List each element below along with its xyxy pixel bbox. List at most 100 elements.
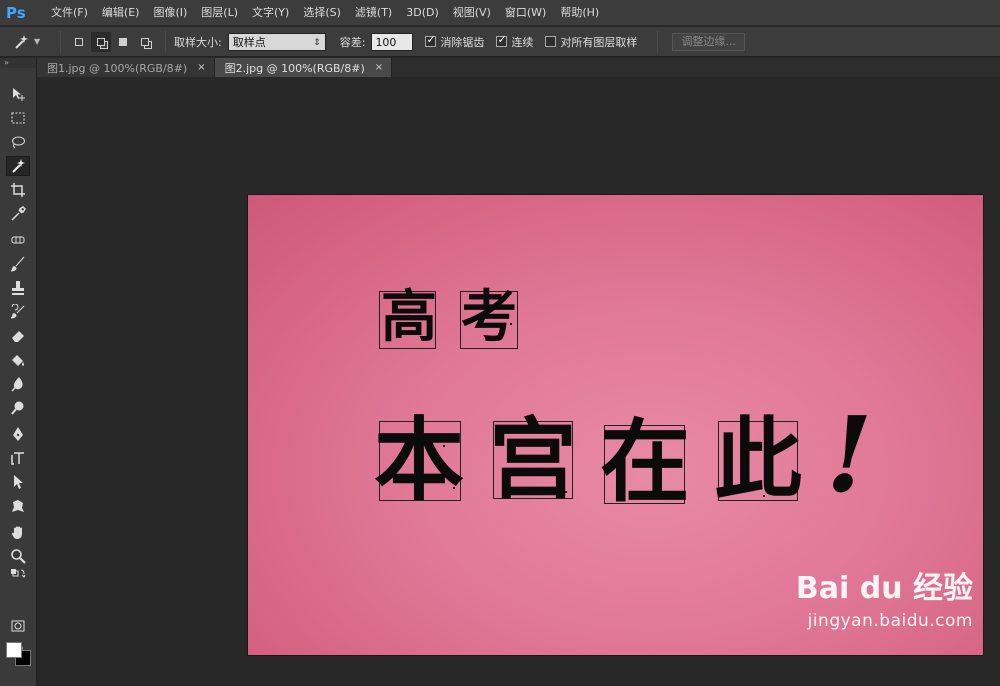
menu-select[interactable]: 选择(S) [296,0,348,26]
eraser-tool[interactable] [6,326,30,346]
zoom-icon [11,549,26,564]
new-selection-button[interactable] [69,32,89,52]
lasso-icon [12,136,25,149]
add-to-selection-button[interactable] [91,31,111,52]
eyedropper-icon [11,206,26,221]
marquee-tool[interactable] [6,108,30,128]
blur-drop-icon [11,377,23,392]
foreground-color-swatch[interactable] [6,642,22,658]
tolerance-input[interactable]: 100 [371,32,414,51]
photoshop-logo: Ps [6,3,26,22]
canvas-glyph: 高 [381,284,437,350]
healing-brush-tool[interactable] [6,230,30,250]
sample-all-layers-checkbox[interactable]: 对所有图层取样 [545,34,637,50]
menu-type[interactable]: 文字(Y) [245,0,296,26]
brush-tool[interactable] [6,254,30,274]
blur-tool[interactable] [6,374,30,394]
options-bar: ▼ 取样大小: 取样点 ⇕ 容差: 100 消除锯齿 连续 对所有图层取样 调整… [0,27,1000,57]
new-selection-icon [75,37,83,46]
speckle [453,487,455,489]
bandage-icon [11,236,25,244]
menu-help[interactable]: 帮助(H) [553,0,606,26]
menu-filter[interactable]: 滤镜(T) [348,0,399,26]
contiguous-checkbox[interactable]: 连续 [496,33,534,50]
sample-size-label: 取样大小: [174,35,222,49]
dodge-icon [11,401,24,415]
baidu-logo: Bai du 经验 [795,571,973,606]
menu-view[interactable]: 视图(V) [446,0,498,26]
lasso-tool[interactable] [6,132,30,152]
sample-size-select[interactable]: 取样点 ⇕ [227,32,326,51]
antialias-checkbox[interactable]: 消除锯齿 [425,33,485,50]
tab-document-2[interactable]: 图2.jpg @ 100%(RGB/8#) × [214,58,393,77]
chevron-down-icon: ▼ [34,37,41,46]
checkbox-checked-icon [496,33,508,47]
canvas-glyph: ! [813,393,885,516]
menu-file[interactable]: 文件(F) [44,0,95,26]
document-canvas[interactable]: 高 考 本 宫 在 此 ! Bai du 经验 jingyan.baidu.co… [248,195,983,655]
speckle [443,445,445,447]
tools-panel: » [0,58,37,686]
clone-stamp-tool[interactable] [6,278,30,298]
custom-shape-icon [12,500,24,512]
intersect-selection-button[interactable] [135,32,155,52]
add-selection-icon [97,37,105,46]
tab-label: 图2.jpg @ 100%(RGB/8#) [224,61,365,75]
contiguous-label: 连续 [511,35,534,49]
canvas-glyph: 在 [600,409,690,515]
divider [165,30,166,53]
zoom-tool[interactable] [6,546,30,566]
marquee-icon [11,112,25,124]
default-colors-button[interactable] [6,566,30,580]
hand-icon [12,526,22,539]
close-icon[interactable]: × [197,62,205,73]
speckle [565,491,567,493]
speckle [763,495,765,497]
magic-wand-icon [12,159,25,173]
tool-preset-picker[interactable]: ▼ [12,30,52,54]
paint-bucket-tool[interactable] [6,350,30,370]
brush-icon [10,256,25,272]
menu-image[interactable]: 图像(I) [146,0,194,26]
intersect-selection-icon [141,37,149,46]
subtract-from-selection-button[interactable] [113,32,133,52]
subtract-selection-icon [119,37,127,46]
move-tool[interactable] [6,84,30,104]
crop-tool[interactable] [6,180,30,200]
path-selection-icon [14,475,23,489]
quick-mask-button[interactable] [6,616,30,636]
dodge-tool[interactable] [6,398,30,418]
canvas-glyph: 考 [461,284,517,350]
close-icon[interactable]: × [375,62,383,73]
baidu-watermark: Bai du 经验 jingyan.baidu.com [796,563,973,631]
path-selection-tool[interactable] [6,472,30,492]
magic-wand-tool[interactable] [6,156,30,176]
tab-document-1[interactable]: 图1.jpg @ 100%(RGB/8#) × [37,58,215,77]
canvas-glyph: 宫 [489,407,578,511]
workspace: 高 考 本 宫 在 此 ! Bai du 经验 jingyan.baidu.co… [37,77,1000,686]
speckle [510,323,512,325]
tolerance-label: 容差: [339,35,366,49]
pen-tool[interactable] [6,424,30,444]
hand-tool[interactable] [6,522,30,542]
antialias-label: 消除锯齿 [440,35,485,49]
paint-bucket-icon [12,355,24,366]
type-tool[interactable] [6,448,30,468]
divider [657,30,659,53]
menu-3d[interactable]: 3D(D) [399,0,446,26]
custom-shape-tool[interactable] [6,496,30,516]
sample-size-value: 取样点 [232,35,266,49]
refine-edge-button[interactable]: 调整边缘... [672,32,745,51]
canvas-glyph: 此 [714,407,803,511]
history-brush-tool[interactable] [6,302,30,322]
move-icon [13,88,25,101]
menu-layer[interactable]: 图层(L) [194,0,245,26]
panel-collapse-icon[interactable]: » [0,58,36,68]
history-brush-icon [10,304,25,319]
menu-window[interactable]: 窗口(W) [498,0,553,26]
magic-wand-icon [15,34,28,49]
quick-mask-icon [11,620,25,632]
menu-edit[interactable]: 编辑(E) [95,0,147,26]
eyedropper-tool[interactable] [6,204,30,224]
pen-icon [13,427,23,441]
